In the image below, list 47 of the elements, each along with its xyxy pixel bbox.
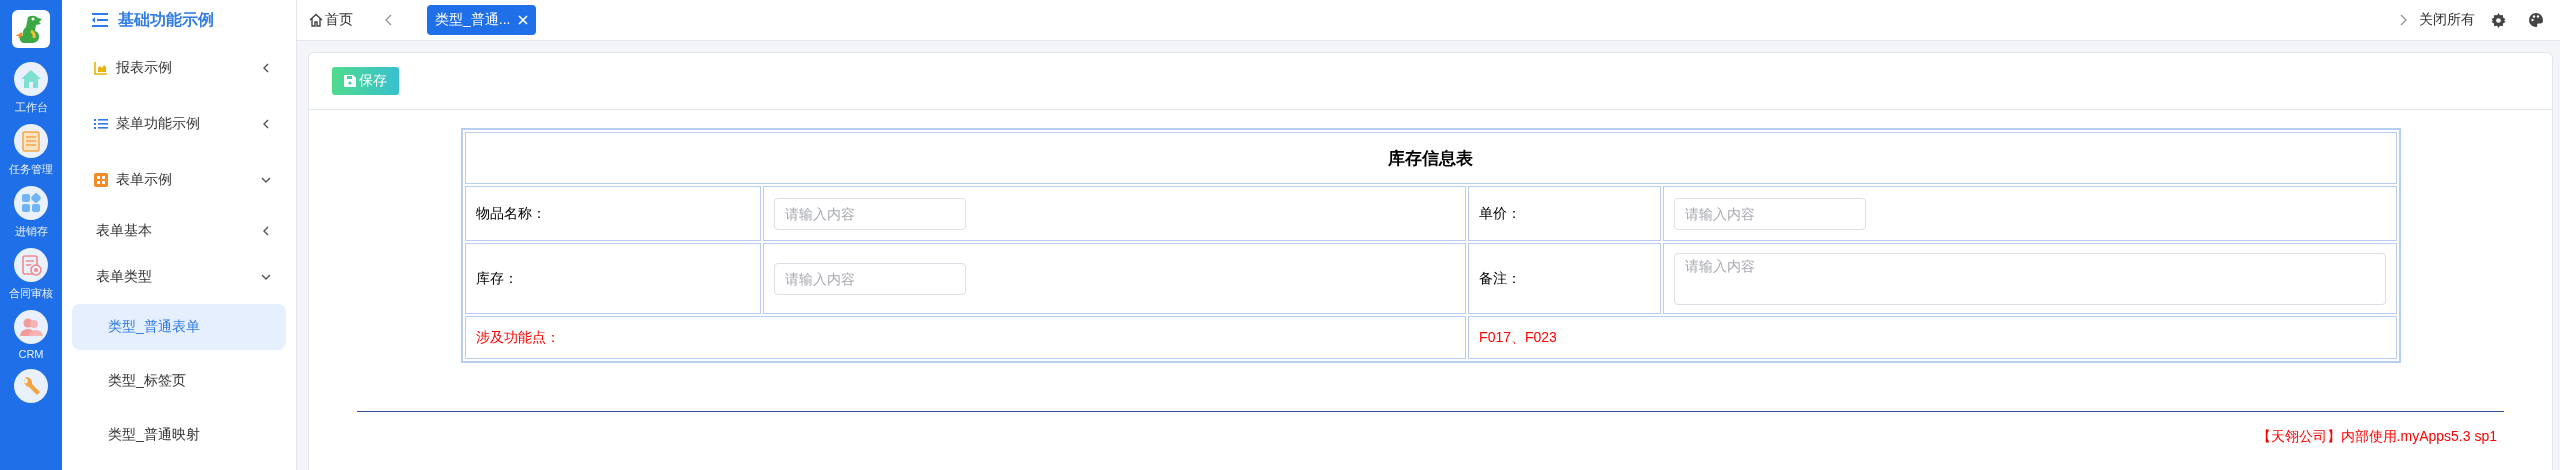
menu-item[interactable]: 菜单功能示例: [72, 96, 286, 152]
rail-item[interactable]: 合同审核: [9, 248, 53, 301]
close-all-button[interactable]: 关闭所有: [2419, 11, 2475, 29]
close-icon[interactable]: [518, 15, 529, 25]
rail-item[interactable]: CRM: [14, 310, 48, 360]
field-value: F017、F023: [1468, 316, 2397, 359]
rail-label: 合同审核: [9, 286, 53, 301]
rail-label: 进销存: [14, 224, 48, 239]
rail-label: CRM: [18, 348, 44, 360]
rail-label: 任务管理: [9, 162, 53, 177]
list-icon: [94, 117, 108, 131]
field-label: 物品名称：: [464, 186, 762, 241]
text-input[interactable]: 请输入内容: [774, 197, 967, 230]
text-input[interactable]: 请输入内容: [774, 262, 967, 295]
field-label: 涉及功能点：: [464, 316, 1467, 359]
field-label: 库存：: [464, 243, 762, 314]
people-icon: [14, 310, 48, 344]
wrench-icon[interactable]: [14, 369, 48, 403]
field-label: 单价：: [1468, 186, 1661, 241]
menu-item[interactable]: 类型_普通表单: [72, 304, 286, 350]
rail-item[interactable]: 任务管理: [9, 124, 53, 177]
menu-item[interactable]: 类型_标签页: [72, 358, 286, 404]
menu-item[interactable]: 报表示例: [72, 40, 286, 96]
grid-icon: [94, 173, 108, 187]
rail-item[interactable]: 进销存: [14, 186, 48, 239]
rail-label: 工作台: [14, 100, 48, 115]
textarea-field[interactable]: 请输入内容: [1673, 252, 2386, 305]
indent-icon[interactable]: [92, 13, 108, 27]
menu-item[interactable]: 表单类型: [72, 254, 286, 300]
checklist-icon: [14, 124, 48, 158]
rail-item[interactable]: 工作台: [14, 62, 48, 115]
settings-icon[interactable]: [2491, 12, 2506, 28]
field-label: 备注：: [1468, 243, 1661, 314]
home-link[interactable]: 首页: [309, 11, 353, 29]
menu-item[interactable]: 类型_普通映射: [72, 412, 286, 458]
menu-item[interactable]: 表单基本: [72, 208, 286, 254]
text-input[interactable]: 请输入内容: [1673, 197, 1866, 230]
palette-icon[interactable]: [2528, 12, 2544, 28]
sidebar-title: 基础功能示例: [118, 9, 214, 30]
form-title: 库存信息表: [464, 132, 2397, 184]
menu-item[interactable]: 表单示例: [72, 152, 286, 208]
house-icon: [309, 13, 323, 27]
house-icon: [14, 62, 48, 96]
bar-chart-icon: [94, 61, 108, 75]
footer-text: 【天翎公司】内部使用.myApps5.3 sp1: [2256, 428, 2497, 446]
blocks-icon: [14, 186, 48, 220]
tab[interactable]: 类型_普通...: [427, 5, 537, 35]
